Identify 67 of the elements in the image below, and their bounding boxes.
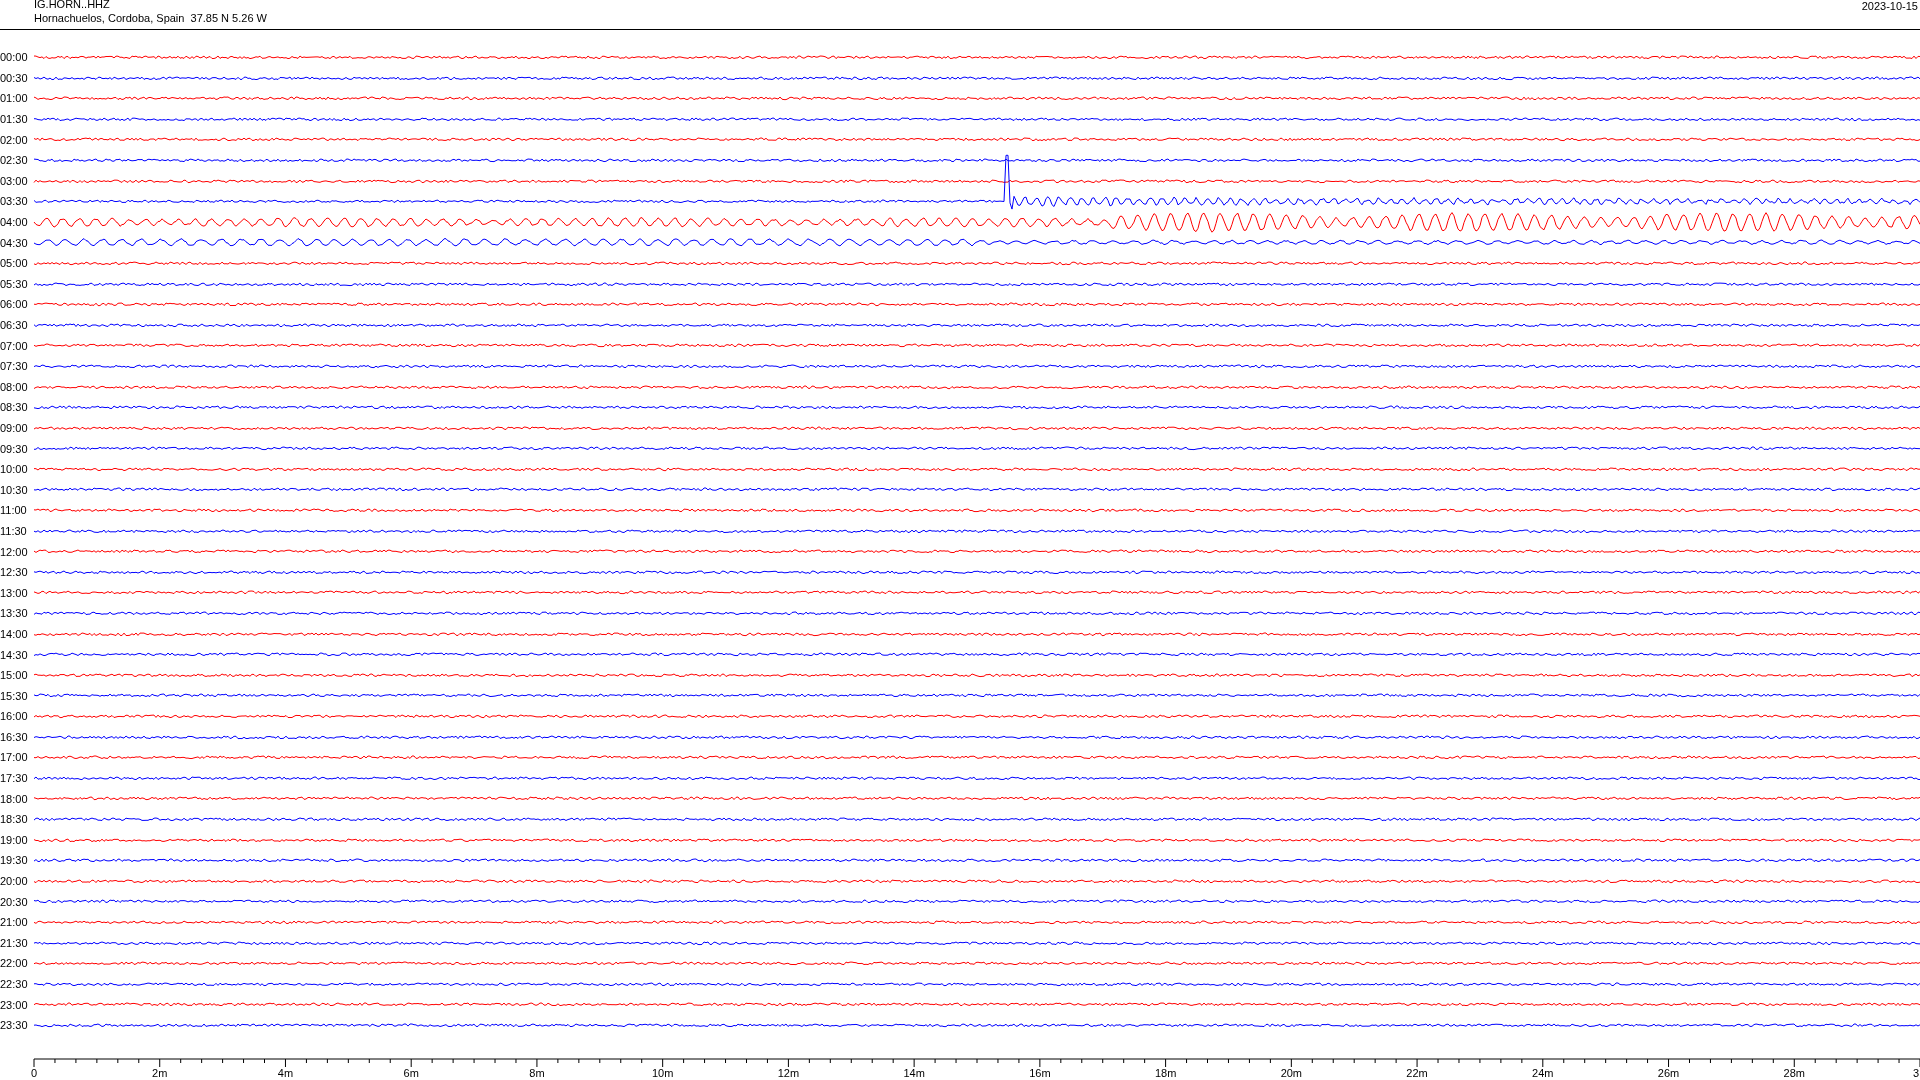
time-label: 18:00 bbox=[0, 792, 29, 805]
time-label: 10:00 bbox=[0, 463, 29, 476]
time-label: 09:00 bbox=[0, 422, 29, 434]
time-label: 16:30 bbox=[0, 730, 29, 743]
axis-tick-label: 16m bbox=[1029, 1067, 1051, 1079]
station-location: Hornachuelos, Cordoba, Spain 37.85 N 5.26 W bbox=[34, 11, 267, 25]
axis-tick-label: 6m bbox=[403, 1067, 419, 1079]
time-label: 18:30 bbox=[0, 813, 29, 826]
time-label: 17:00 bbox=[0, 751, 29, 764]
axis-tick-label: 2m bbox=[152, 1067, 168, 1079]
time-label: 01:30 bbox=[0, 113, 29, 126]
time-label: 23:30 bbox=[0, 1019, 29, 1032]
axis-tick-label: 28m bbox=[1783, 1067, 1805, 1079]
axis-tick-label: 24m bbox=[1532, 1067, 1554, 1079]
time-label: 11:30 bbox=[0, 524, 28, 537]
time-label: 06:30 bbox=[0, 319, 29, 331]
time-label: 12:30 bbox=[0, 566, 29, 579]
station-code: IG.HORN..HHZ bbox=[34, 0, 111, 11]
time-label: 02:00 bbox=[0, 133, 29, 146]
axis-tick-label: 3 bbox=[1912, 1067, 1920, 1079]
time-label: 21:00 bbox=[0, 916, 29, 929]
time-label: 01:00 bbox=[0, 92, 29, 105]
time-label: 14:00 bbox=[0, 627, 29, 640]
time-label: 00:30 bbox=[0, 71, 29, 84]
time-label: 17:30 bbox=[0, 772, 29, 785]
time-label: 15:00 bbox=[0, 669, 29, 682]
axis-tick-label: 18m bbox=[1154, 1067, 1177, 1079]
time-label: 13:00 bbox=[0, 586, 29, 599]
time-label: 07:00 bbox=[0, 339, 29, 352]
time-label: 04:30 bbox=[0, 236, 29, 249]
time-label: 11:00 bbox=[0, 504, 28, 517]
axis-tick-label: 12m bbox=[777, 1067, 800, 1079]
axis-tick-label: 8m bbox=[529, 1067, 545, 1079]
time-label: 03:30 bbox=[0, 195, 29, 208]
time-label: 06:00 bbox=[0, 298, 29, 311]
axis-tick-label: 22m bbox=[1406, 1067, 1428, 1079]
time-label: 12:00 bbox=[0, 545, 29, 558]
time-label: 03:00 bbox=[0, 174, 29, 187]
time-label: 07:30 bbox=[0, 360, 29, 373]
time-label: 14:30 bbox=[0, 648, 29, 661]
time-label: 15:30 bbox=[0, 689, 29, 702]
time-label: 19:30 bbox=[0, 854, 29, 867]
time-label: 10:30 bbox=[0, 483, 29, 496]
time-label: 00:00 bbox=[0, 51, 29, 64]
time-label: 05:00 bbox=[0, 257, 29, 270]
time-label: 13:30 bbox=[0, 607, 29, 620]
axis-tick-label: 0 bbox=[30, 1067, 38, 1079]
axis-tick-label: 14m bbox=[903, 1067, 925, 1079]
axis-tick-label: 20m bbox=[1280, 1067, 1303, 1079]
time-label: 22:30 bbox=[0, 978, 29, 990]
time-label: 20:00 bbox=[0, 875, 29, 888]
time-label: 21:30 bbox=[0, 936, 29, 949]
time-label: 02:30 bbox=[0, 154, 29, 167]
time-label: 08:00 bbox=[0, 380, 29, 393]
time-label: 09:30 bbox=[0, 442, 29, 455]
time-label: 22:00 bbox=[0, 957, 29, 970]
time-label: 19:00 bbox=[0, 833, 29, 846]
record-date: 2023-10-15 bbox=[1861, 0, 1919, 13]
time-label: 20:30 bbox=[0, 895, 29, 908]
time-label: 04:00 bbox=[0, 216, 29, 229]
time-label: 05:30 bbox=[0, 277, 29, 290]
axis-tick-label: 26m bbox=[1657, 1067, 1680, 1079]
time-label: 23:00 bbox=[0, 998, 29, 1011]
axis-tick-label: 4m bbox=[277, 1067, 294, 1079]
time-label: 08:30 bbox=[0, 401, 29, 414]
axis-tick-label: 10m bbox=[651, 1067, 674, 1079]
time-label: 16:00 bbox=[0, 710, 29, 723]
